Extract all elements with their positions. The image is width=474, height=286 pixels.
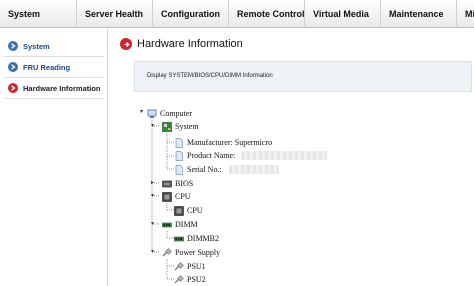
redacted-value <box>241 151 327 160</box>
tree-node-label: Computer <box>160 109 192 118</box>
tree-node-label: CPU <box>187 206 203 215</box>
tab-server-health[interactable]: Server Health <box>76 0 152 28</box>
tree-node-label: Product Name: <box>187 151 236 160</box>
sidebar-item-hardware-information[interactable]: Hardware Information <box>4 78 104 99</box>
tree-node-computer[interactable]: Computer <box>147 108 192 119</box>
memory-module-icon <box>174 236 184 241</box>
tree-node-label: Serial No.: <box>187 165 222 174</box>
tree-node-label: Power Supply <box>175 248 221 257</box>
tree-node-system[interactable]: System <box>162 121 199 132</box>
tree-node-dimm-group[interactable]: DIMM <box>162 219 198 230</box>
collapse-toggle[interactable]: ▾ <box>138 109 145 116</box>
sidebar-item-label: Hardware Information <box>23 83 101 93</box>
tree-node-cpu[interactable]: CPU <box>174 205 203 216</box>
sidebar: System FRU Reading Hardware Information <box>0 28 108 286</box>
document-icon <box>175 137 183 148</box>
document-icon <box>175 164 183 175</box>
cpu-icon <box>174 205 184 216</box>
collapse-toggle[interactable]: ▾ <box>149 221 156 228</box>
tree-node-power-supply[interactable]: Power Supply <box>162 247 220 258</box>
tree-node-manufacturer[interactable]: Manufacturer: Supermicro <box>174 137 272 148</box>
tree-node-label: PSU2 <box>187 275 206 284</box>
arrow-right-icon <box>8 83 18 93</box>
cpu-icon <box>162 191 172 202</box>
motherboard-icon <box>162 121 172 132</box>
computer-icon <box>147 109 157 118</box>
tab-configuration[interactable]: Configuration <box>152 0 228 28</box>
tree-node-label: DIMMB2 <box>187 234 220 243</box>
memory-module-icon <box>162 222 172 227</box>
tree-node-product-name[interactable]: Product Name: <box>174 150 235 161</box>
power-plug-icon <box>162 247 172 256</box>
redacted-value <box>229 165 279 174</box>
tree-node-psu1[interactable]: PSU1 <box>174 261 206 272</box>
tree-node-psu2[interactable]: PSU2 <box>174 274 206 285</box>
collapse-toggle[interactable]: ▾ <box>149 123 156 130</box>
document-icon <box>175 150 183 161</box>
arrow-right-icon <box>8 62 18 72</box>
tree-node-label: Manufacturer: Supermicro <box>187 138 273 147</box>
sidebar-item-label: System <box>23 41 50 51</box>
sidebar-item-label: FRU Reading <box>23 62 71 72</box>
tree-node-label: BIOS <box>175 179 194 188</box>
power-plug-icon <box>174 261 184 270</box>
top-menu-bar: System Server Health Configuration Remot… <box>0 0 474 28</box>
tab-maintenance[interactable]: Maintenance <box>380 0 456 28</box>
tree-node-label: System <box>175 122 199 131</box>
power-plug-icon <box>174 274 184 283</box>
sidebar-item-fru-reading[interactable]: FRU Reading <box>4 57 104 78</box>
collapse-toggle[interactable]: ▾ <box>149 249 156 256</box>
arrow-right-icon <box>8 41 18 51</box>
tab-virtual-media[interactable]: Virtual Media <box>304 0 380 28</box>
chip-icon <box>162 180 172 187</box>
main-content: Hardware Information Display SYSTEM/BIOS… <box>110 28 474 286</box>
tree-node-bios[interactable]: BIOS <box>162 178 193 189</box>
collapse-toggle[interactable]: ▸ <box>149 180 156 187</box>
tree-node-dimm[interactable]: DIMMB2 <box>174 233 219 244</box>
tab-system[interactable]: System <box>0 0 76 28</box>
sidebar-item-system[interactable]: System <box>4 36 104 57</box>
tree-node-label: CPU <box>175 192 191 201</box>
tree-node-label: DIMM <box>175 220 198 229</box>
tab-remote-control[interactable]: Remote Control <box>228 0 304 28</box>
tree-node-label: PSU1 <box>187 262 206 271</box>
tab-misc[interactable]: Misc <box>456 0 474 28</box>
hardware-tree: ▾ ▾ ▸ ▾ ▾ ▾ Computer System Manufacturer… <box>110 28 474 286</box>
collapse-toggle[interactable]: ▾ <box>149 193 156 200</box>
tree-node-cpu-group[interactable]: CPU <box>162 191 191 202</box>
tree-node-serial-no[interactable]: Serial No.: <box>174 164 222 175</box>
